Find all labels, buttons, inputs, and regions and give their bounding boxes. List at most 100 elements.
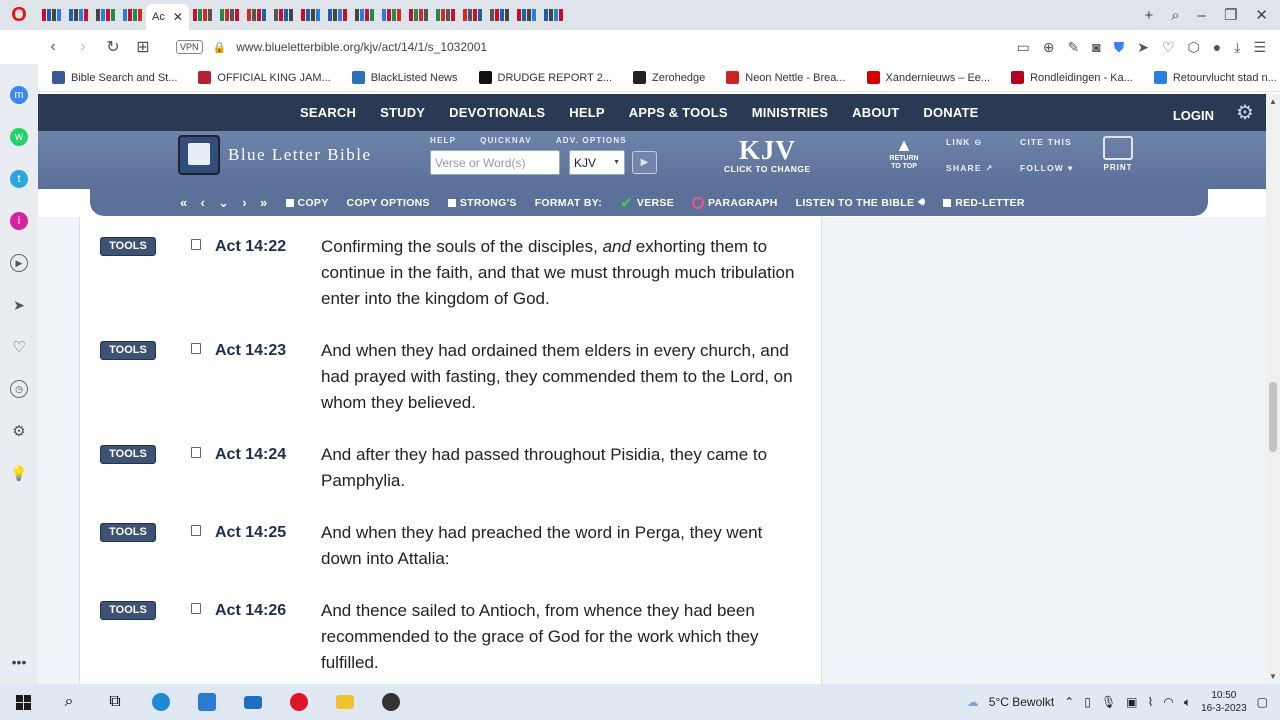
- bookmarks-heart-icon[interactable]: ♡: [10, 338, 28, 356]
- nav-ministries[interactable]: MINISTRIES: [740, 105, 840, 120]
- adv-options-link[interactable]: ADV. OPTIONS: [556, 136, 627, 145]
- copy-options-button[interactable]: COPY OPTIONS: [347, 197, 430, 209]
- weather-icon[interactable]: ☁: [967, 695, 979, 709]
- nav-study[interactable]: STUDY: [368, 105, 437, 120]
- red-letter-toggle[interactable]: RED-LETTER: [943, 197, 1025, 209]
- scrollbar-thumb[interactable]: [1269, 382, 1277, 452]
- return-to-top-button[interactable]: ▲ RETURN TO TOP: [884, 135, 924, 171]
- send-icon[interactable]: ➤: [1137, 39, 1149, 56]
- bookmark-item[interactable]: OFFICIAL KING JAM...: [184, 71, 337, 84]
- tab[interactable]: [216, 4, 243, 26]
- weather-text[interactable]: 5°C Bewolkt: [989, 695, 1055, 709]
- restore-icon[interactable]: ❐: [1224, 6, 1237, 24]
- tools-button[interactable]: TOOLS: [100, 601, 156, 620]
- copy-icon[interactable]: [191, 447, 201, 458]
- tab[interactable]: [432, 4, 459, 26]
- camera-icon[interactable]: ◙: [1092, 39, 1100, 56]
- verse-reference[interactable]: Act 14:22: [215, 238, 286, 256]
- print-button[interactable]: PRINT: [1100, 136, 1136, 172]
- close-tab-icon[interactable]: ✕: [173, 10, 183, 24]
- cube-icon[interactable]: ⬡: [1188, 39, 1200, 56]
- share-button[interactable]: SHARE ↗: [946, 163, 1020, 174]
- tools-button[interactable]: TOOLS: [100, 445, 156, 464]
- tab[interactable]: [351, 4, 378, 26]
- task-view-icon[interactable]: ⧉: [92, 684, 138, 720]
- wifi-icon[interactable]: ◠: [1163, 695, 1173, 709]
- volume-icon[interactable]: 🔈︎: [1184, 695, 1191, 710]
- messenger-icon[interactable]: m: [10, 86, 28, 104]
- tab[interactable]: [189, 4, 216, 26]
- tips-icon[interactable]: 💡: [10, 464, 28, 482]
- notifications-icon[interactable]: ▢: [1257, 695, 1268, 709]
- history-icon[interactable]: ◷: [10, 380, 28, 398]
- first-chapter-icon[interactable]: «: [180, 195, 188, 211]
- tab[interactable]: [38, 4, 65, 26]
- taskbar-search-icon[interactable]: ⌕: [46, 684, 92, 720]
- zoom-icon[interactable]: ⊕: [1043, 39, 1055, 56]
- verse-reference[interactable]: Act 14:25: [215, 524, 286, 542]
- copy-icon[interactable]: [191, 525, 201, 536]
- tab[interactable]: [243, 4, 270, 26]
- shield-icon[interactable]: ⛊: [1114, 39, 1125, 56]
- nav-devotionals[interactable]: DEVOTIONALS: [437, 105, 557, 120]
- bookmark-item[interactable]: Bible Search and St...: [38, 71, 184, 84]
- windows-start-icon[interactable]: [0, 684, 46, 720]
- bookmark-item[interactable]: Zerohedge: [619, 71, 712, 84]
- edge-icon[interactable]: [138, 684, 184, 720]
- tiles-icon[interactable]: ⊞: [128, 37, 158, 57]
- bookmark-item[interactable]: Xandernieuws – Ee...: [853, 71, 998, 84]
- settings-icon[interactable]: ⚙: [10, 422, 28, 440]
- format-verse-option[interactable]: ✔ VERSE: [620, 194, 674, 212]
- scroll-down-icon[interactable]: ▼: [1269, 672, 1277, 681]
- follow-button[interactable]: FOLLOW ♥: [1020, 163, 1086, 174]
- bookmark-item[interactable]: Retourvlucht stad n...: [1140, 71, 1280, 84]
- instagram-icon[interactable]: i: [10, 212, 28, 230]
- network-icon[interactable]: ⌇: [1148, 695, 1154, 709]
- battery-icon[interactable]: ▯: [1084, 695, 1091, 709]
- link-button[interactable]: LINK ⊖: [946, 137, 1020, 148]
- verse-reference[interactable]: Act 14:26: [215, 602, 286, 620]
- tab[interactable]: [297, 4, 324, 26]
- page-scrollbar[interactable]: ▲ ▼: [1266, 94, 1280, 684]
- search-help-link[interactable]: HELP: [430, 136, 456, 145]
- listen-button[interactable]: LISTEN TO THE BIBLE 🔊︎: [796, 196, 926, 209]
- scroll-up-icon[interactable]: ▲: [1269, 97, 1277, 106]
- bookmark-item[interactable]: DRUDGE REPORT 2...: [465, 71, 620, 84]
- tab[interactable]: [486, 4, 513, 26]
- bookmark-item[interactable]: Neon Nettle - Brea...: [712, 71, 852, 84]
- next-icon[interactable]: ›: [242, 195, 247, 211]
- verse-reference[interactable]: Act 14:23: [215, 342, 286, 360]
- nav-donate[interactable]: DONATE: [911, 105, 990, 120]
- tools-button[interactable]: TOOLS: [100, 523, 156, 542]
- close-window-icon[interactable]: ✕: [1255, 6, 1268, 24]
- reload-icon[interactable]: ↻: [98, 37, 128, 57]
- previous-icon[interactable]: ‹: [201, 195, 206, 211]
- gear-icon[interactable]: ⚙: [1234, 102, 1256, 124]
- new-tab-icon[interactable]: +: [1144, 7, 1153, 24]
- store-icon[interactable]: [184, 684, 230, 720]
- tab[interactable]: [459, 4, 486, 26]
- tab[interactable]: [540, 4, 567, 26]
- file-explorer-icon[interactable]: [322, 684, 368, 720]
- profile-icon[interactable]: ●: [1213, 39, 1221, 56]
- nav-help[interactable]: HELP: [557, 105, 616, 120]
- telegram-icon[interactable]: t: [10, 170, 28, 188]
- quicknav-link[interactable]: QUICKNAV: [480, 136, 532, 145]
- copy-icon[interactable]: [191, 239, 201, 250]
- tab[interactable]: [324, 4, 351, 26]
- strongs-toggle[interactable]: STRONG'S: [447, 197, 517, 209]
- player-icon[interactable]: ▶: [10, 254, 28, 272]
- cite-this-button[interactable]: CITE THIS: [1020, 137, 1086, 148]
- site-logo[interactable]: Blue Letter Bible: [178, 135, 372, 175]
- send-sidebar-icon[interactable]: ➤: [10, 296, 28, 314]
- lock-icon[interactable]: 🔒: [213, 41, 227, 54]
- download-icon[interactable]: ⤓: [1234, 39, 1240, 56]
- url-field[interactable]: www.blueletterbible.org/kjv/act/14/1/s_1…: [236, 40, 487, 54]
- minimize-icon[interactable]: –: [1198, 7, 1206, 24]
- search-tabs-icon[interactable]: ⌕: [1171, 7, 1179, 24]
- search-go-button[interactable]: ▶: [632, 151, 657, 174]
- tab[interactable]: [65, 4, 92, 26]
- tray-chevron-icon[interactable]: ⌃: [1064, 695, 1074, 709]
- bookmark-item[interactable]: Rondleidingen - Ka...: [997, 71, 1140, 84]
- nav-apps-tools[interactable]: APPS & TOOLS: [617, 105, 740, 120]
